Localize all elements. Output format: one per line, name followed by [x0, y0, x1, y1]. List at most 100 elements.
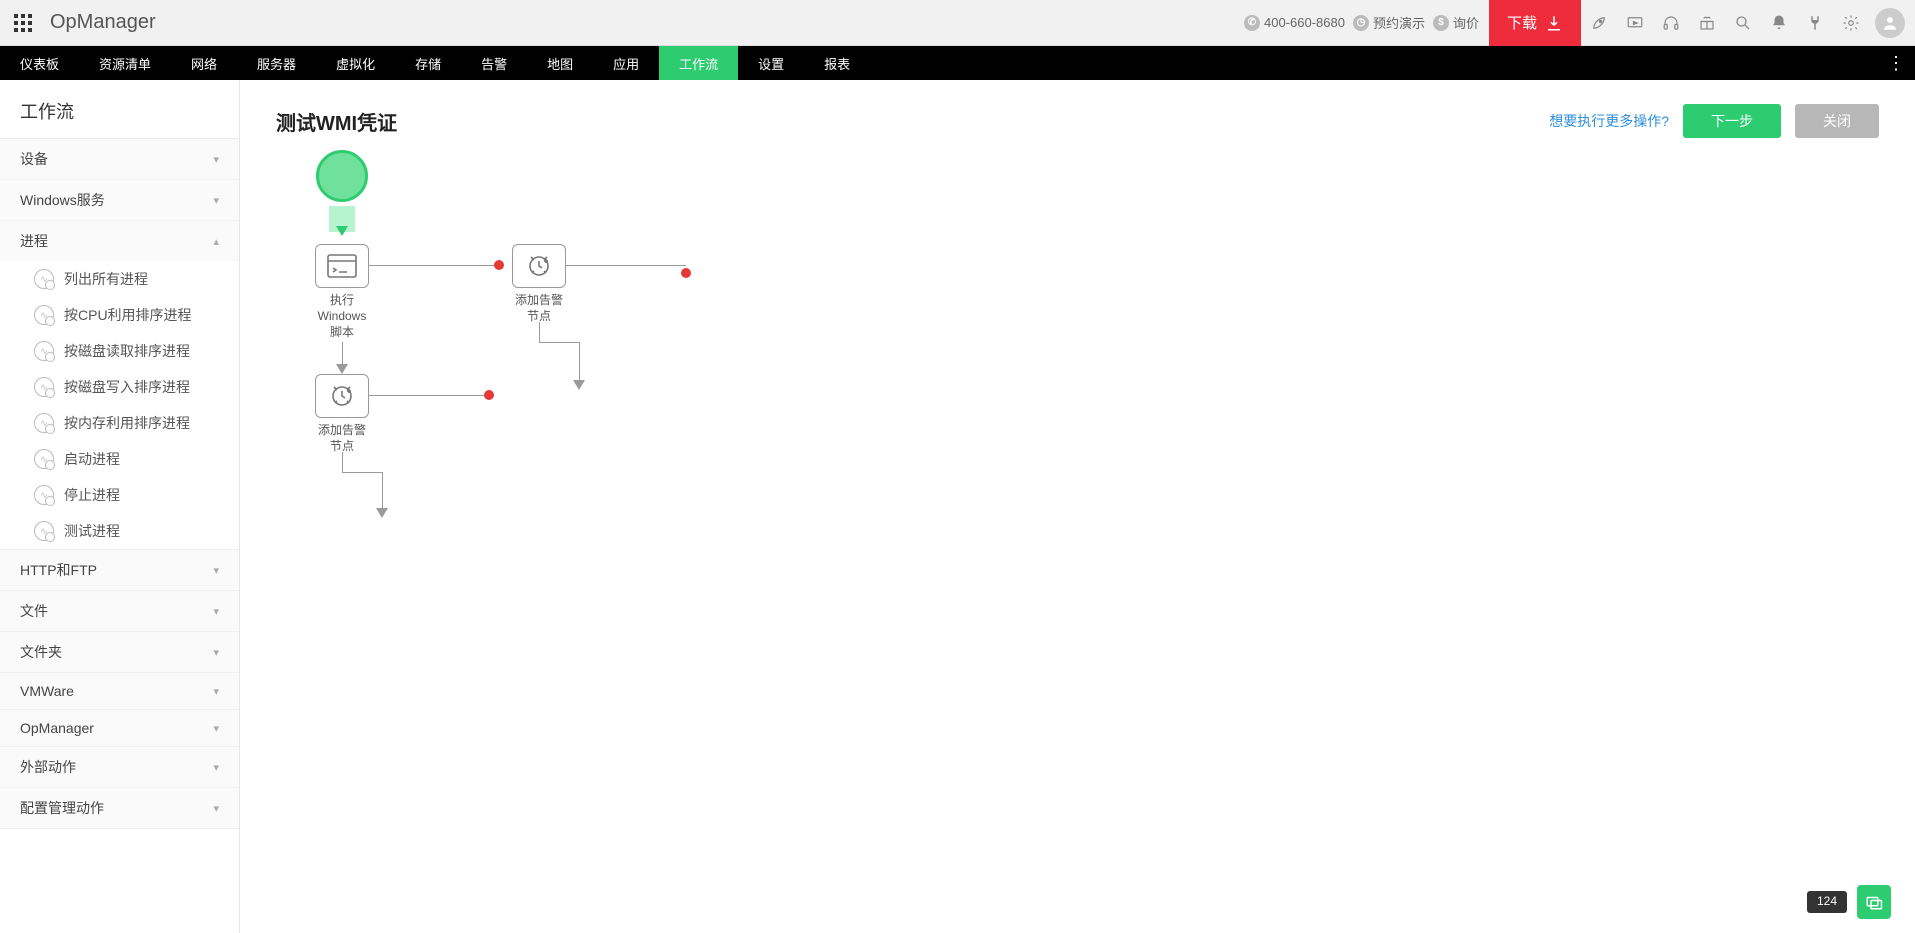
connector-line: [342, 452, 343, 472]
nav-network[interactable]: 网络: [171, 46, 237, 80]
nav-virtualization[interactable]: 虚拟化: [316, 46, 395, 80]
nav-servers[interactable]: 服务器: [237, 46, 316, 80]
inquiry-link[interactable]: $ 询价: [1433, 13, 1479, 32]
sidebar-group-config: 配置管理动作▾: [0, 788, 239, 829]
arrow-down-icon: [573, 380, 585, 390]
rocket-icon[interactable]: [1581, 0, 1617, 46]
sidebar-title: 工作流: [0, 80, 239, 139]
process-icon: ∿: [34, 377, 54, 397]
nav-apps[interactable]: 应用: [593, 46, 659, 80]
nav-settings[interactable]: 设置: [738, 46, 804, 80]
sidebar-group-header-folders[interactable]: 文件夹▾: [0, 632, 239, 672]
arrow-down-icon: [376, 508, 388, 518]
main-nav: 仪表板 资源清单 网络 服务器 虚拟化 存储 告警 地图 应用 工作流 设置 报…: [0, 46, 1915, 80]
workflow-canvas[interactable]: 执行 Windows 脚本 添加告警 节点: [276, 150, 1879, 750]
workflow-node-exec-script[interactable]: 执行 Windows 脚本: [309, 244, 375, 341]
sidebar-group-files: 文件▾: [0, 591, 239, 632]
sidebar-group-header-httpftp[interactable]: HTTP和FTP▾: [0, 550, 239, 590]
chevron-up-icon: ▴: [213, 235, 219, 248]
connector-fail-dot[interactable]: [484, 390, 494, 400]
sidebar-item-list-processes[interactable]: ∿列出所有进程: [0, 261, 239, 297]
chevron-down-icon: ▾: [213, 564, 219, 577]
sidebar-group-winservices: Windows服务▾: [0, 180, 239, 221]
workflow-node-add-alarm-2[interactable]: 添加告警 节点: [309, 374, 375, 454]
sidebar-group-devices: 设备▾: [0, 139, 239, 180]
process-icon: ∿: [34, 413, 54, 433]
sidebar-group-header-files[interactable]: 文件▾: [0, 591, 239, 631]
phone-number: 400-660-8680: [1264, 15, 1345, 30]
sidebar-group-header-config[interactable]: 配置管理动作▾: [0, 788, 239, 828]
sidebar-item-diskwrite-sort[interactable]: ∿按磁盘写入排序进程: [0, 369, 239, 405]
gift-icon[interactable]: [1689, 0, 1725, 46]
process-icon: ∿: [34, 305, 54, 325]
workflow-node-label: 添加告警 节点: [506, 292, 572, 324]
terminal-icon: [315, 244, 369, 288]
overlay-toggle-button[interactable]: [1857, 885, 1891, 919]
download-button[interactable]: 下载: [1489, 0, 1581, 46]
sidebar: 工作流 设备▾ Windows服务▾ 进程▴ ∿列出所有进程 ∿按CPU利用排序…: [0, 80, 240, 933]
nav-maps[interactable]: 地图: [527, 46, 593, 80]
bell-icon[interactable]: [1761, 0, 1797, 46]
phone-link[interactable]: ✆ 400-660-8680: [1244, 15, 1345, 31]
sidebar-group-header-devices[interactable]: 设备▾: [0, 139, 239, 179]
process-icon: ∿: [34, 521, 54, 541]
header-contact: ✆ 400-660-8680 ◷ 预约演示 $ 询价: [1244, 13, 1489, 32]
connector-fail-dot[interactable]: [681, 268, 691, 278]
sidebar-group-header-vmware[interactable]: VMWare▾: [0, 673, 239, 709]
sidebar-group-header-processes[interactable]: 进程▴: [0, 221, 239, 261]
workflow-node-add-alarm-1[interactable]: 添加告警 节点: [506, 244, 572, 324]
sidebar-item-diskread-sort[interactable]: ∿按磁盘读取排序进程: [0, 333, 239, 369]
screen-icon[interactable]: [1617, 0, 1653, 46]
workflow-node-label: 添加告警 节点: [309, 422, 375, 454]
demo-link[interactable]: ◷ 预约演示: [1353, 13, 1425, 32]
sidebar-item-stop-process[interactable]: ∿停止进程: [0, 477, 239, 513]
chevron-down-icon: ▾: [213, 153, 219, 166]
connector-fail-dot[interactable]: [494, 260, 504, 270]
sidebar-group-folders: 文件夹▾: [0, 632, 239, 673]
chevron-down-icon: ▾: [213, 761, 219, 774]
alarm-icon: [315, 374, 369, 418]
sidebar-group-vmware: VMWare▾: [0, 673, 239, 710]
chevron-down-icon: ▾: [213, 194, 219, 207]
nav-inventory[interactable]: 资源清单: [79, 46, 171, 80]
search-icon[interactable]: [1725, 0, 1761, 46]
content-pane: 测试WMI凭证 想要执行更多操作? 下一步 关闭 执行 Windows: [240, 80, 1915, 933]
sidebar-item-start-process[interactable]: ∿启动进程: [0, 441, 239, 477]
next-button[interactable]: 下一步: [1683, 104, 1781, 138]
gear-icon[interactable]: [1833, 0, 1869, 46]
page-title: 测试WMI凭证: [276, 107, 397, 136]
connector-line: [539, 342, 579, 343]
apps-grid-icon[interactable]: [0, 14, 46, 32]
nav-overflow-icon[interactable]: ⋮: [1887, 46, 1905, 80]
header-toolbar: [1581, 0, 1915, 46]
dollar-icon: $: [1433, 15, 1449, 31]
demo-label: 预约演示: [1373, 13, 1425, 32]
chevron-down-icon: ▾: [213, 722, 219, 735]
more-actions-link[interactable]: 想要执行更多操作?: [1549, 111, 1669, 131]
nav-dashboard[interactable]: 仪表板: [0, 46, 79, 80]
chevron-down-icon: ▾: [213, 685, 219, 698]
user-avatar[interactable]: [1875, 8, 1905, 38]
sidebar-group-header-winservices[interactable]: Windows服务▾: [0, 180, 239, 220]
chevron-down-icon: ▾: [213, 802, 219, 815]
sidebar-group-header-opmanager[interactable]: OpManager▾: [0, 710, 239, 746]
nav-storage[interactable]: 存储: [395, 46, 461, 80]
sidebar-item-cpu-sort[interactable]: ∿按CPU利用排序进程: [0, 297, 239, 333]
headset-icon[interactable]: [1653, 0, 1689, 46]
nav-reports[interactable]: 报表: [804, 46, 870, 80]
phone-icon: ✆: [1244, 15, 1260, 31]
process-icon: ∿: [34, 341, 54, 361]
app-header: OpManager ✆ 400-660-8680 ◷ 预约演示 $ 询价 下载: [0, 0, 1915, 46]
connector-line: [369, 265, 499, 266]
count-badge[interactable]: 124: [1807, 891, 1847, 912]
inquiry-label: 询价: [1453, 13, 1479, 32]
workflow-start-node[interactable]: [316, 150, 368, 202]
close-button[interactable]: 关闭: [1795, 104, 1879, 138]
sidebar-group-header-external[interactable]: 外部动作▾: [0, 747, 239, 787]
nav-alarms[interactable]: 告警: [461, 46, 527, 80]
plug-icon[interactable]: [1797, 0, 1833, 46]
sidebar-item-memory-sort[interactable]: ∿按内存利用排序进程: [0, 405, 239, 441]
sidebar-group-opmanager: OpManager▾: [0, 710, 239, 747]
sidebar-item-test-process[interactable]: ∿测试进程: [0, 513, 239, 549]
nav-workflow[interactable]: 工作流: [659, 46, 738, 80]
